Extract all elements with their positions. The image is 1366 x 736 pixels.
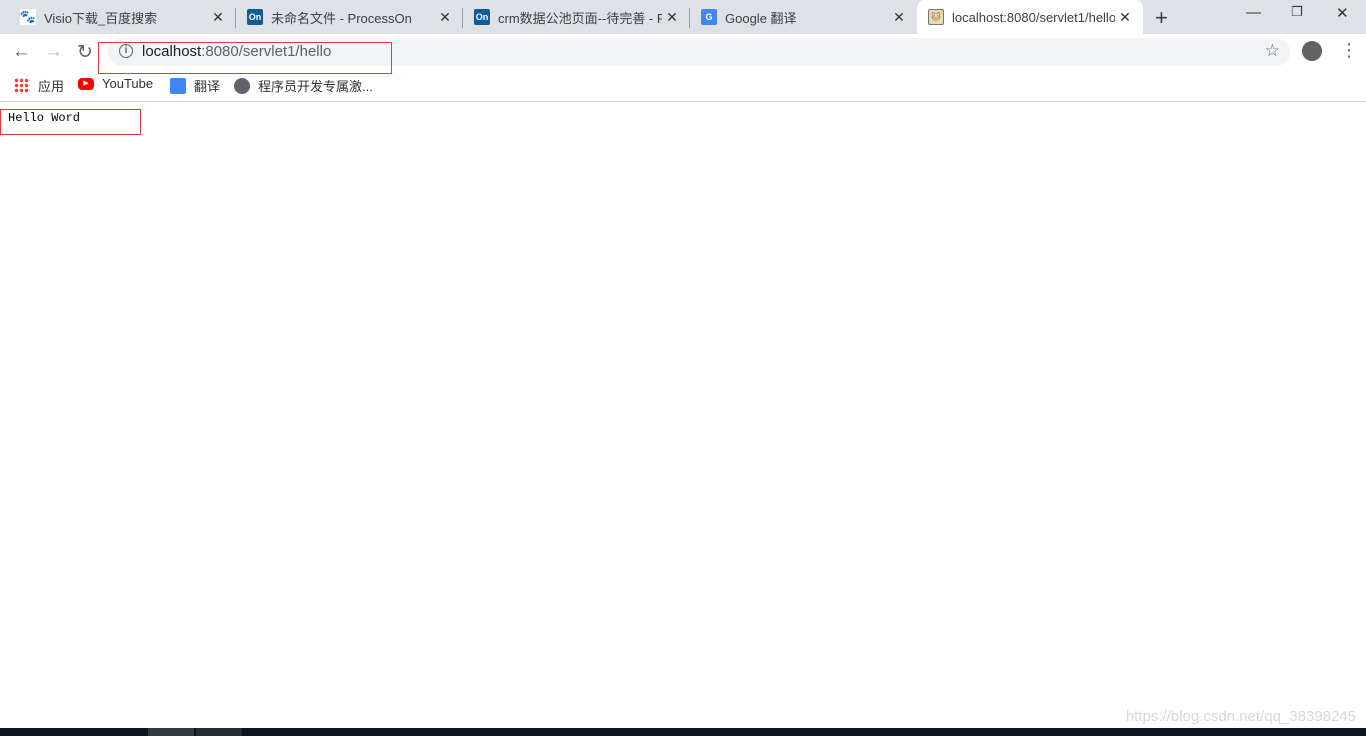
bookmark-label: 应用 <box>38 79 65 94</box>
close-tab-icon[interactable]: ✕ <box>889 9 909 26</box>
taskbar-item[interactable] <box>148 728 194 736</box>
youtube-icon: ▶ <box>78 77 94 90</box>
close-tab-icon[interactable]: ✕ <box>1115 9 1135 26</box>
google-translate-icon: G <box>701 9 717 25</box>
profile-avatar-icon[interactable] <box>1302 41 1322 61</box>
menu-kebab-icon[interactable]: ⋮ <box>1340 40 1358 61</box>
close-window-button[interactable]: ✕ <box>1336 4 1349 22</box>
tab-title: Visio下载_百度搜索 <box>44 10 158 26</box>
close-tab-icon[interactable]: ✕ <box>208 9 228 26</box>
bookmarks-bar: 应用 ▶ YouTube 翻译 程序员开发专属激... <box>0 70 1366 102</box>
bookmark-label: 程序员开发专属激... <box>258 79 373 94</box>
taskbar <box>0 728 1366 736</box>
close-tab-icon[interactable]: ✕ <box>662 9 682 26</box>
tab-title: localhost:8080/servlet1/hello <box>952 9 1115 25</box>
tab-processon-untitled[interactable]: On 未命名文件 - ProcessOn ✕ <box>236 0 463 34</box>
tab-title: Google 翻译 <box>725 10 797 26</box>
tab-visio-search[interactable]: 🐾 Visio下载_百度搜索 ✕ <box>0 0 236 34</box>
watermark: https://blog.csdn.net/qq_38398245 <box>1125 708 1356 725</box>
tab-strip: 🐾 Visio下载_百度搜索 ✕ On 未命名文件 - ProcessOn ✕ … <box>0 0 1366 34</box>
reload-button[interactable]: ↻ <box>77 41 93 64</box>
bookmark-apps[interactable]: 应用 <box>14 76 64 95</box>
processon-icon: On <box>474 9 490 25</box>
tab-title: 未命名文件 - ProcessOn <box>271 10 412 26</box>
processon-icon: On <box>247 9 263 25</box>
minimize-button[interactable]: — <box>1246 4 1261 21</box>
tab-processon-crm[interactable]: On crm数据公池页面--待完善 - Pr ✕ <box>463 0 690 34</box>
bookmark-translate[interactable]: 翻译 <box>170 76 220 95</box>
tab-google-translate[interactable]: G Google 翻译 ✕ <box>690 0 917 34</box>
bookmark-dev[interactable]: 程序员开发专属激... <box>234 76 373 95</box>
apps-grid-icon <box>14 77 30 94</box>
new-tab-button[interactable]: + <box>1155 5 1168 31</box>
close-tab-icon[interactable]: ✕ <box>435 9 455 26</box>
bookmark-youtube[interactable]: ▶ YouTube <box>78 76 153 91</box>
google-translate-icon <box>170 77 186 94</box>
tomcat-icon: 🐱 <box>928 9 944 25</box>
forward-button[interactable]: → <box>44 41 63 63</box>
bookmark-label: 翻译 <box>194 79 221 94</box>
tab-title: crm数据公池页面--待完善 - Pr <box>498 10 662 26</box>
back-button[interactable]: ← <box>12 41 31 63</box>
taskbar-item[interactable] <box>196 728 242 736</box>
restore-button[interactable]: ❐ <box>1291 4 1303 20</box>
bookmark-star-icon[interactable]: ☆ <box>1265 41 1280 61</box>
bookmark-label: YouTube <box>102 76 154 91</box>
tab-localhost-active[interactable]: 🐱 localhost:8080/servlet1/hello ✕ <box>917 0 1143 34</box>
baidu-paw-icon: 🐾 <box>19 9 37 25</box>
highlight-box-content <box>0 109 141 135</box>
globe-icon <box>234 77 250 94</box>
